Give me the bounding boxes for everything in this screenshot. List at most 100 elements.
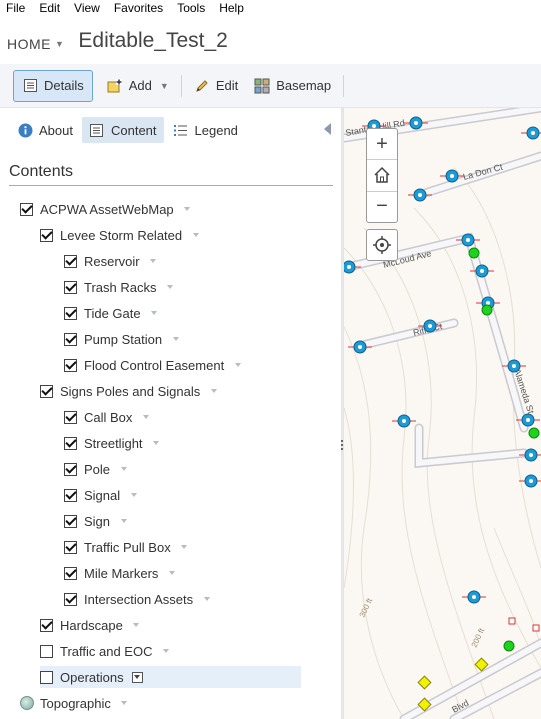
layer-item[interactable]: Mile Markers	[64, 562, 177, 584]
layer-menu-icon[interactable]	[201, 594, 212, 605]
yellow-asset-marker[interactable]	[417, 697, 432, 712]
locate-button[interactable]	[366, 229, 398, 261]
layer-visibility-checkbox[interactable]	[20, 202, 33, 216]
layer-item[interactable]: Pole	[64, 458, 129, 480]
menu-file[interactable]: File	[0, 0, 32, 16]
menu-tools[interactable]: Tools	[170, 0, 212, 16]
layer-item[interactable]: Flood Control Easement	[64, 354, 243, 376]
zoom-in-button[interactable]: +	[367, 129, 397, 161]
layer-menu-icon[interactable]	[190, 230, 201, 241]
layer-item[interactable]: Streetlight	[64, 432, 162, 454]
layer-visibility-checkbox[interactable]	[40, 228, 53, 242]
zoom-control: + −	[366, 128, 398, 223]
layer-menu-icon[interactable]	[118, 464, 129, 475]
layer-menu-icon[interactable]	[118, 516, 129, 527]
layer-menu-icon[interactable]	[131, 671, 143, 683]
layer-menu-icon[interactable]	[170, 334, 181, 345]
layer-visibility-checkbox[interactable]	[64, 332, 77, 346]
tab-content[interactable]: Content	[81, 117, 164, 143]
layer-item-basemap[interactable]: Topographic	[20, 692, 130, 714]
layer-visibility-checkbox[interactable]	[64, 410, 77, 424]
layer-menu-icon[interactable]	[131, 620, 142, 631]
menu-favorites[interactable]: Favorites	[107, 0, 170, 16]
layer-label: Levee Storm Related	[60, 227, 183, 243]
layer-menu-icon[interactable]	[148, 256, 159, 267]
home-extent-button[interactable]	[367, 160, 397, 192]
green-asset-marker[interactable]	[503, 640, 515, 652]
layer-visibility-checkbox[interactable]	[64, 566, 77, 580]
yellow-asset-marker[interactable]	[417, 675, 432, 690]
layer-item[interactable]: Reservoir	[64, 250, 159, 272]
yellow-asset-marker[interactable]	[474, 657, 489, 672]
layer-item[interactable]: Hardscape	[40, 614, 142, 636]
menu-view[interactable]: View	[67, 0, 107, 16]
details-icon	[22, 78, 38, 94]
layer-visibility-checkbox[interactable]	[64, 306, 77, 320]
layer-item[interactable]: Tide Gate	[64, 302, 160, 324]
layer-item[interactable]: Traffic and EOC	[40, 640, 171, 662]
layer-visibility-checkbox[interactable]	[40, 618, 53, 632]
home-label: HOME	[7, 36, 51, 52]
layer-item[interactable]: Pump Station	[64, 328, 181, 350]
add-button[interactable]: Add ▼	[99, 70, 177, 102]
layer-visibility-checkbox[interactable]	[64, 514, 77, 528]
pencil-icon	[194, 78, 210, 94]
layer-label: Traffic and EOC	[60, 643, 153, 659]
layer-visibility-checkbox[interactable]	[64, 540, 77, 554]
layer-label: Flood Control Easement	[84, 357, 225, 373]
edit-label: Edit	[215, 78, 239, 93]
layer-menu-icon[interactable]	[119, 698, 130, 709]
tab-about[interactable]: About	[10, 117, 80, 143]
layer-menu-icon[interactable]	[182, 204, 193, 215]
layer-item[interactable]: Traffic Pull Box	[64, 536, 190, 558]
layer-visibility-checkbox[interactable]	[64, 280, 77, 294]
layer-item[interactable]: ACPWA AssetWebMap	[20, 198, 193, 220]
layer-item[interactable]: Signs Poles and Signals	[40, 380, 219, 402]
layer-menu-icon[interactable]	[208, 386, 219, 397]
collapse-panel-icon[interactable]	[324, 123, 331, 135]
edit-button[interactable]: Edit	[186, 70, 246, 102]
layer-visibility-checkbox[interactable]	[64, 436, 77, 450]
layer-menu-icon[interactable]	[166, 568, 177, 579]
layer-item[interactable]: Sign	[64, 510, 129, 532]
layer-item[interactable]: Operations	[40, 666, 301, 688]
menu-help[interactable]: Help	[212, 0, 251, 16]
layer-visibility-checkbox[interactable]	[64, 462, 77, 476]
layer-visibility-checkbox[interactable]	[64, 358, 77, 372]
menu-edit[interactable]: Edit	[32, 0, 67, 16]
layer-visibility-checkbox[interactable]	[64, 592, 77, 606]
layer-menu-icon[interactable]	[151, 438, 162, 449]
layer-label: Traffic Pull Box	[84, 539, 171, 555]
layer-visibility-checkbox[interactable]	[40, 644, 53, 658]
layer-item[interactable]: Signal	[64, 484, 139, 506]
layer-menu-icon[interactable]	[160, 646, 171, 657]
green-asset-marker[interactable]	[468, 247, 480, 259]
details-button[interactable]: Details	[13, 69, 93, 102]
red-asset-marker[interactable]	[532, 624, 540, 632]
layer-menu-icon[interactable]	[164, 282, 175, 293]
layer-visibility-checkbox[interactable]	[64, 254, 77, 268]
toolbar-divider	[180, 74, 182, 97]
home-menu[interactable]: HOME ▼	[7, 36, 64, 52]
layer-menu-icon[interactable]	[232, 360, 243, 371]
zoom-out-button[interactable]: −	[367, 192, 397, 222]
layer-visibility-checkbox[interactable]	[40, 670, 53, 684]
green-asset-marker[interactable]	[528, 427, 540, 439]
tab-content-label: Content	[110, 122, 157, 138]
layer-menu-icon[interactable]	[128, 490, 139, 501]
panel-tabs: About Content Legend	[0, 108, 341, 152]
layer-menu-icon[interactable]	[149, 308, 160, 319]
basemap-button[interactable]: Basemap	[246, 70, 339, 102]
layer-item[interactable]: Trash Racks	[64, 276, 175, 298]
layer-menu-icon[interactable]	[140, 412, 151, 423]
red-asset-marker[interactable]	[508, 617, 516, 625]
layer-item[interactable]: Intersection Assets	[64, 588, 212, 610]
layer-menu-icon[interactable]	[179, 542, 190, 553]
layer-visibility-checkbox[interactable]	[40, 384, 53, 398]
layer-visibility-checkbox[interactable]	[64, 488, 77, 502]
layer-item[interactable]: Call Box	[64, 406, 151, 428]
green-asset-marker[interactable]	[481, 304, 493, 316]
tab-about-label: About	[39, 122, 73, 138]
layer-item[interactable]: Levee Storm Related	[40, 224, 201, 246]
tab-legend[interactable]: Legend	[166, 117, 245, 143]
